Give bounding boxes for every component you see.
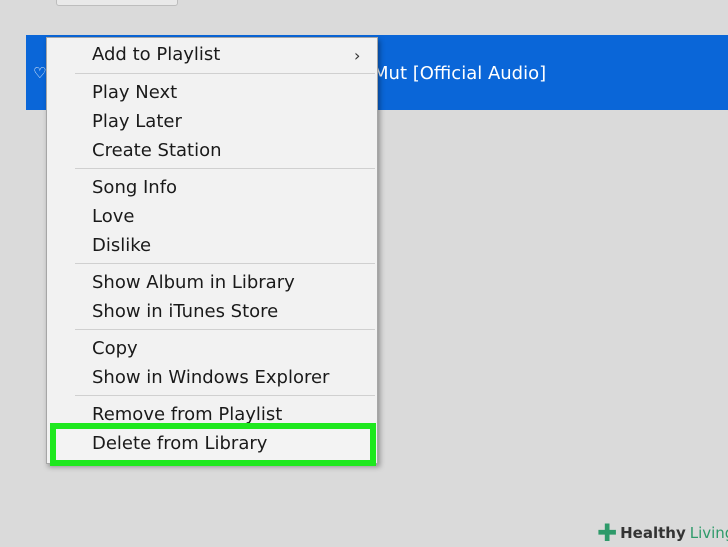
heart-icon[interactable]: ♡ <box>33 66 46 81</box>
plus-icon: ✚ <box>597 519 618 547</box>
menu-item-delete-from-library[interactable]: Delete from Library <box>92 433 267 455</box>
context-menu: Add to Playlist › Play Next Play Later C… <box>46 37 378 464</box>
menu-item-show-in-windows-explorer[interactable]: Show in Windows Explorer <box>92 367 329 389</box>
menu-item-dislike[interactable]: Dislike <box>92 235 151 257</box>
menu-separator <box>75 395 375 396</box>
menu-item-play-later[interactable]: Play Later <box>92 111 182 133</box>
menu-separator <box>75 168 375 169</box>
menu-item-create-station[interactable]: Create Station <box>92 140 222 162</box>
watermark-text-1: Healthy <box>620 524 686 542</box>
toolbar-button[interactable] <box>56 0 178 6</box>
menu-item-show-in-itunes-store[interactable]: Show in iTunes Store <box>92 301 278 323</box>
menu-item-add-to-playlist[interactable]: Add to Playlist <box>92 44 220 66</box>
watermark-text-2: Living <box>689 524 728 542</box>
menu-item-copy[interactable]: Copy <box>92 338 138 360</box>
menu-separator <box>75 329 375 330</box>
menu-item-play-next[interactable]: Play Next <box>92 82 177 104</box>
menu-item-song-info[interactable]: Song Info <box>92 177 177 199</box>
menu-separator <box>75 73 375 74</box>
chevron-right-icon: › <box>354 46 361 65</box>
menu-item-show-album-in-library[interactable]: Show Album in Library <box>92 272 295 294</box>
highlight-box: Delete from Library <box>50 423 376 466</box>
watermark-logo: ✚ Healthy Living <box>597 520 728 546</box>
menu-separator <box>75 263 375 264</box>
menu-item-love[interactable]: Love <box>92 206 134 228</box>
song-title: Mut [Official Audio] <box>373 63 547 84</box>
